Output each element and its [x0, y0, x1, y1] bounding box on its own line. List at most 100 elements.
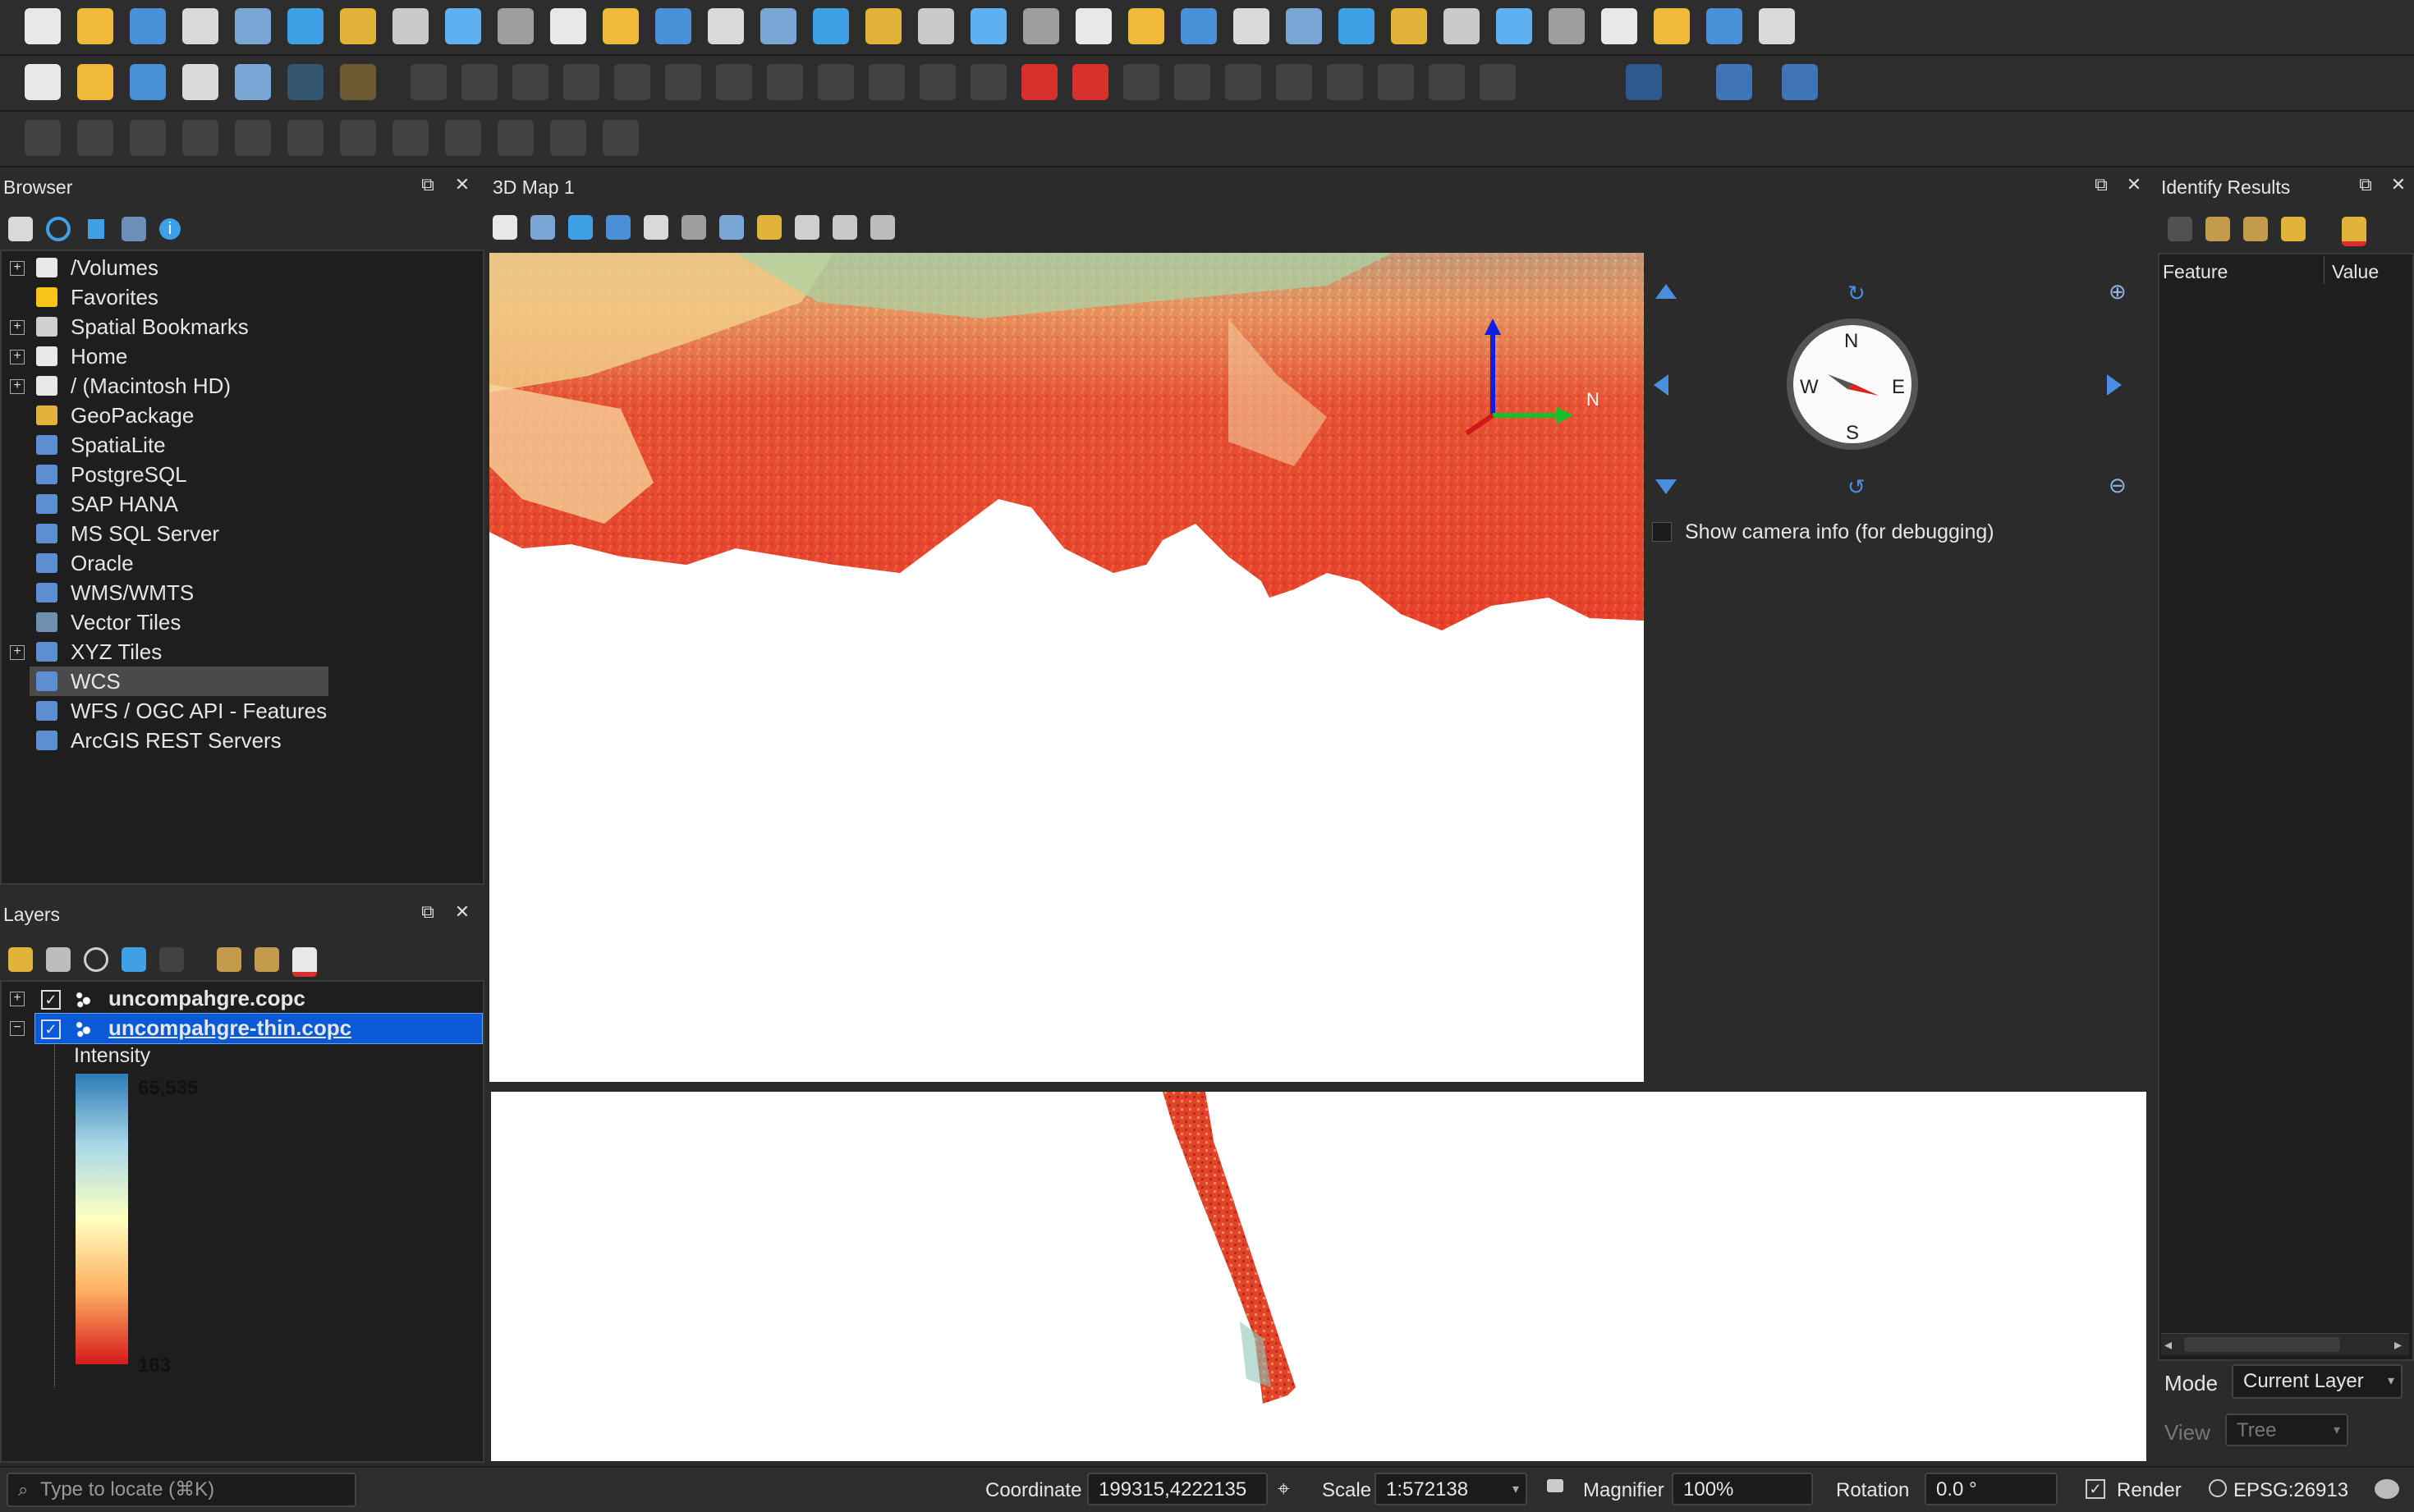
expand-icon[interactable]: +	[10, 350, 25, 364]
browser-item[interactable]: + XYZ Tiles	[2, 637, 478, 667]
camera-icon[interactable]	[795, 215, 819, 240]
measure-line-icon[interactable]	[1654, 8, 1690, 44]
lock-scale-icon[interactable]	[1547, 1479, 1563, 1492]
animation-icon[interactable]	[682, 215, 706, 240]
deselect-icon[interactable]	[1286, 8, 1322, 44]
processing-toolbox-icon[interactable]	[1496, 8, 1532, 44]
move-down-icon[interactable]	[1655, 479, 1677, 494]
raster-tool-icon[interactable]	[182, 120, 218, 156]
pan-icon[interactable]	[493, 215, 517, 240]
new-map-view-icon[interactable]	[865, 8, 902, 44]
orbit-icon[interactable]	[568, 215, 593, 240]
locate-input[interactable]: ⌕ Type to locate (⌘K)	[7, 1473, 356, 1507]
expand-icon[interactable]: +	[10, 320, 25, 335]
raster-tool-icon[interactable]	[25, 120, 61, 156]
map3d-canvas[interactable]: N	[489, 253, 1644, 1082]
rotation-spinbox[interactable]: 0.0 °	[1925, 1473, 2058, 1505]
messages-icon[interactable]	[2375, 1479, 2399, 1499]
zoom-in-icon[interactable]	[445, 8, 481, 44]
digitizing-tool-icon[interactable]	[818, 64, 854, 100]
expand-new-results-icon[interactable]	[2281, 217, 2306, 241]
zoom-out-icon[interactable]	[498, 8, 534, 44]
select-features-icon[interactable]	[1233, 8, 1269, 44]
python-console-icon[interactable]	[1716, 64, 1752, 100]
digitizing-tool-icon[interactable]	[1429, 64, 1465, 100]
browser-item[interactable]: MS SQL Server	[2, 519, 478, 548]
open-field-calculator-icon[interactable]	[1443, 8, 1480, 44]
view-select[interactable]: Tree ▾	[2225, 1413, 2348, 1446]
zoom-native-icon[interactable]	[708, 8, 744, 44]
pan-map-icon[interactable]	[340, 8, 376, 44]
browser-item[interactable]: Oracle	[2, 548, 478, 578]
zoom-extent-icon[interactable]	[530, 215, 555, 240]
digitizing-tool-icon[interactable]	[1225, 64, 1261, 100]
digitizing-tool-icon[interactable]	[411, 64, 447, 100]
zoom-out-icon[interactable]: ⊖	[2109, 473, 2127, 498]
scroll-left-icon[interactable]: ◂	[2164, 1336, 2172, 1354]
select-by-location-icon[interactable]	[1338, 8, 1375, 44]
rotate-up-icon[interactable]: ↻	[1847, 281, 1866, 306]
filter-icon[interactable]	[84, 217, 108, 241]
digitizing-tool-icon[interactable]	[512, 64, 548, 100]
digitizing-tool-icon[interactable]	[1021, 64, 1058, 100]
browser-item[interactable]: SpatiaLite	[2, 430, 478, 460]
raster-tool-icon[interactable]	[603, 120, 639, 156]
digitizing-tool-icon[interactable]	[920, 64, 956, 100]
options-icon[interactable]	[870, 215, 895, 240]
browser-item[interactable]: + / (Macintosh HD)	[2, 371, 478, 401]
scroll-right-icon[interactable]: ▸	[2394, 1336, 2402, 1354]
browser-item[interactable]: SAP HANA	[2, 489, 478, 519]
digitizing-tool-icon[interactable]	[1480, 64, 1516, 100]
identify-select-icon[interactable]	[1181, 8, 1217, 44]
style-panel-icon[interactable]	[8, 947, 33, 972]
digitizing-tool-icon[interactable]	[716, 64, 752, 100]
save-project-icon[interactable]	[130, 8, 166, 44]
expand-all-icon[interactable]	[217, 947, 241, 972]
layer-checkbox[interactable]: ✓	[41, 1019, 61, 1039]
mode-select[interactable]: Current Layer ▾	[2232, 1364, 2403, 1399]
raster-tool-icon[interactable]	[550, 120, 586, 156]
filter-by-expression-icon[interactable]	[159, 947, 184, 972]
coordinate-field[interactable]: 199315,4222135	[1087, 1473, 1268, 1505]
browser-item[interactable]: GeoPackage	[2, 401, 478, 430]
scroll-thumb[interactable]	[2184, 1337, 2340, 1352]
digitizing-tool-icon[interactable]	[665, 64, 701, 100]
data-source-manager-icon[interactable]	[25, 64, 61, 100]
browser-item[interactable]: WFS / OGC API - Features	[2, 696, 478, 726]
new-bookmark-icon[interactable]	[971, 8, 1007, 44]
collapse-icon[interactable]: −	[10, 1021, 25, 1036]
digitizing-tool-icon[interactable]	[1123, 64, 1159, 100]
expand-tree-icon[interactable]	[2168, 217, 2192, 241]
collapse-all-icon[interactable]	[2243, 217, 2268, 241]
digitizing-tool-icon[interactable]	[1327, 64, 1363, 100]
crs-globe-icon[interactable]	[2209, 1479, 2227, 1497]
new-geopackage-icon[interactable]	[77, 64, 113, 100]
scale-combobox[interactable]: 1:572138 ▾	[1375, 1473, 1527, 1505]
move-up-icon[interactable]	[1655, 284, 1677, 299]
digitizing-tool-icon[interactable]	[1072, 64, 1108, 100]
attribute-table-icon[interactable]	[1601, 8, 1637, 44]
collapse-all-icon[interactable]	[122, 217, 146, 241]
close-panel-icon[interactable]: ✕	[452, 174, 473, 195]
raster-tool-icon[interactable]	[77, 120, 113, 156]
float-panel-icon[interactable]: ⧉	[417, 174, 438, 195]
map-canvas[interactable]	[491, 1092, 2146, 1461]
close-panel-icon[interactable]: ✕	[2388, 174, 2409, 195]
toggle-extents-icon[interactable]: ⌖	[1278, 1476, 1290, 1502]
export-icon[interactable]	[719, 215, 744, 240]
help-icon[interactable]	[1782, 64, 1818, 100]
refresh-icon[interactable]	[46, 217, 71, 241]
spatial-settings-icon[interactable]	[1759, 8, 1795, 44]
zoom-to-selection-icon[interactable]	[603, 8, 639, 44]
horizontal-scrollbar[interactable]: ◂ ▸	[2161, 1333, 2409, 1355]
digitizing-tool-icon[interactable]	[1276, 64, 1312, 100]
info-icon[interactable]: i	[159, 218, 181, 240]
browser-item[interactable]: WMS/WMTS	[2, 578, 478, 607]
add-selected-layers-icon[interactable]	[8, 217, 33, 241]
digitizing-tool-icon[interactable]	[869, 64, 905, 100]
browser-item[interactable]: ArcGIS REST Servers	[2, 726, 478, 755]
zoom-full-icon[interactable]	[550, 8, 586, 44]
move-right-icon[interactable]	[2107, 374, 2122, 396]
column-feature[interactable]: Feature	[2163, 261, 2228, 283]
move-left-icon[interactable]	[1654, 374, 1668, 396]
